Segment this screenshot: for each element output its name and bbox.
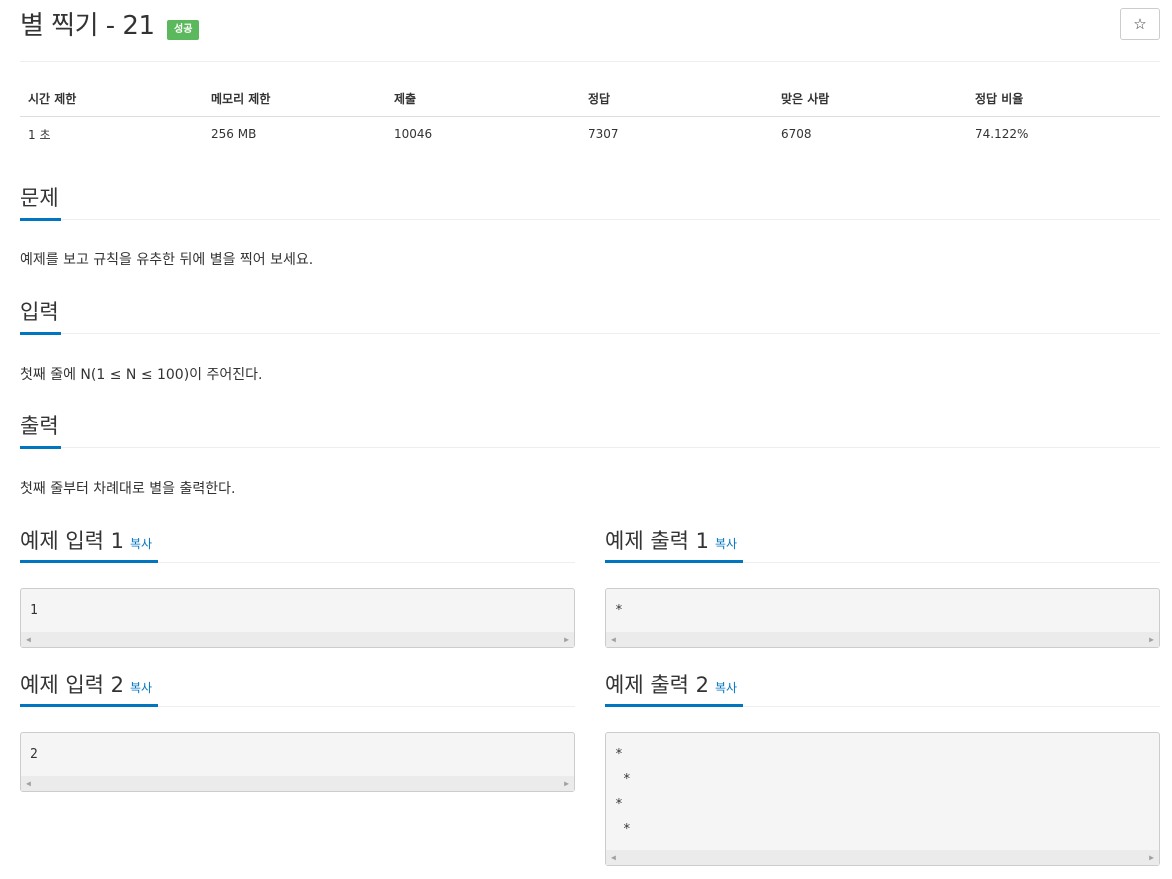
star-button[interactable]: ☆ xyxy=(1120,8,1160,40)
value-time-limit: 1 초 xyxy=(28,127,51,142)
problem-info-table: 시간 제한 메모리 제한 제출 정답 맞은 사람 정답 비율 1 초 256 M… xyxy=(20,82,1160,152)
copy-sample-output-1-link[interactable]: 복사 xyxy=(715,537,737,551)
page-title: 별 찍기 - 21 xyxy=(20,11,155,41)
code-line: * xyxy=(615,822,631,837)
scroll-left-icon[interactable]: ◀ xyxy=(26,635,31,644)
code-line: * xyxy=(615,772,631,787)
sample-output-2-content: * * * * xyxy=(606,733,1159,842)
copy-sample-output-2-link[interactable]: 복사 xyxy=(715,681,737,695)
problem-section-heading: 문제 xyxy=(20,184,1160,221)
sample-output-2-box[interactable]: * * * * ◀ ▶ xyxy=(605,732,1160,866)
sample-input-1: 예제 입력 1 복사 1 ◀ ▶ xyxy=(20,527,575,648)
code-line: 1 xyxy=(30,603,38,618)
input-heading-text: 입력 xyxy=(20,298,61,335)
value-solved-users: 6708 xyxy=(781,127,812,142)
scroll-right-icon[interactable]: ▶ xyxy=(1149,853,1154,862)
sample-output-1-content: * xyxy=(606,589,1159,623)
header-solved-users: 맞은 사람 xyxy=(773,82,967,117)
horizontal-scrollbar[interactable]: ◀ ▶ xyxy=(606,850,1159,865)
copy-sample-input-1-link[interactable]: 복사 xyxy=(130,537,152,551)
scroll-left-icon[interactable]: ◀ xyxy=(611,635,616,644)
sample-input-1-title: 예제 입력 1 xyxy=(20,529,124,553)
output-section-heading: 출력 xyxy=(20,412,1160,449)
output-description: 첫째 줄부터 차례대로 별을 출력한다. xyxy=(20,481,236,497)
sample-output-1: 예제 출력 1 복사 * ◀ ▶ xyxy=(605,527,1160,648)
input-section-heading: 입력 xyxy=(20,298,1160,335)
value-submissions: 10046 xyxy=(394,127,433,142)
value-accept-ratio: 74.122% xyxy=(975,127,1029,142)
problem-description: 예제를 보고 규칙을 유추한 뒤에 별을 찍어 보세요. xyxy=(20,252,314,268)
header-time-limit: 시간 제한 xyxy=(20,82,203,117)
horizontal-scrollbar[interactable]: ◀ ▶ xyxy=(21,776,574,791)
sample-input-2: 예제 입력 2 복사 2 ◀ ▶ xyxy=(20,671,575,792)
copy-sample-input-2-link[interactable]: 복사 xyxy=(130,681,152,695)
problem-header: 별 찍기 - 21 성공 ☆ xyxy=(20,8,1160,50)
scroll-right-icon[interactable]: ▶ xyxy=(1149,635,1154,644)
code-line: 2 xyxy=(30,747,38,762)
sample-output-1-heading: 예제 출력 1 복사 xyxy=(605,527,1160,563)
sample-output-2: 예제 출력 2 복사 * * * * ◀ ▶ xyxy=(605,671,1160,866)
sample-input-2-heading: 예제 입력 2 복사 xyxy=(20,671,575,707)
header-submissions: 제출 xyxy=(386,82,580,117)
header-accepted: 정답 xyxy=(580,82,773,117)
code-line: * xyxy=(615,603,623,618)
sample-input-2-title: 예제 입력 2 xyxy=(20,673,124,697)
value-memory-limit: 256 MB xyxy=(211,127,257,142)
sample-input-2-box[interactable]: 2 ◀ ▶ xyxy=(20,732,575,792)
sample-output-2-title: 예제 출력 2 xyxy=(605,673,709,697)
star-icon: ☆ xyxy=(1133,15,1147,33)
code-line: * xyxy=(615,797,623,812)
scroll-left-icon[interactable]: ◀ xyxy=(611,853,616,862)
problem-heading-text: 문제 xyxy=(20,184,61,221)
sample-output-1-title: 예제 출력 1 xyxy=(605,529,709,553)
header-memory-limit: 메모리 제한 xyxy=(203,82,386,117)
value-accepted: 7307 xyxy=(588,127,619,142)
info-header-row: 시간 제한 메모리 제한 제출 정답 맞은 사람 정답 비율 xyxy=(20,82,1160,117)
scroll-left-icon[interactable]: ◀ xyxy=(26,779,31,788)
sample-input-1-box[interactable]: 1 ◀ ▶ xyxy=(20,588,575,648)
sample-output-1-box[interactable]: * ◀ ▶ xyxy=(605,588,1160,648)
sample-output-2-heading: 예제 출력 2 복사 xyxy=(605,671,1160,707)
code-line: * xyxy=(615,747,623,762)
sample-input-1-content: 1 xyxy=(21,589,574,623)
scroll-right-icon[interactable]: ▶ xyxy=(564,779,569,788)
header-accept-ratio: 정답 비율 xyxy=(967,82,1160,117)
horizontal-scrollbar[interactable]: ◀ ▶ xyxy=(606,632,1159,647)
input-description: 첫째 줄에 N(1 ≤ N ≤ 100)이 주어진다. xyxy=(20,367,263,383)
scroll-right-icon[interactable]: ▶ xyxy=(564,635,569,644)
status-badge: 성공 xyxy=(167,20,200,40)
output-heading-text: 출력 xyxy=(20,412,61,449)
sample-input-1-heading: 예제 입력 1 복사 xyxy=(20,527,575,563)
title-divider xyxy=(20,61,1160,62)
horizontal-scrollbar[interactable]: ◀ ▶ xyxy=(21,632,574,647)
info-value-row: 1 초 256 MB 10046 7307 6708 74.122% xyxy=(20,116,1160,152)
sample-input-2-content: 2 xyxy=(21,733,574,767)
